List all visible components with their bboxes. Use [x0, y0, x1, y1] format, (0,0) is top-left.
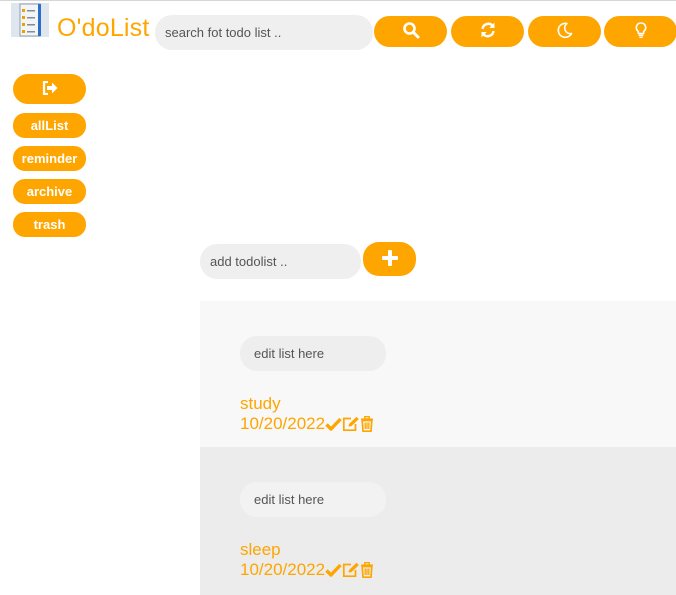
light-mode-button[interactable] [604, 16, 676, 47]
edit-todo-input[interactable] [240, 482, 386, 517]
lightbulb-icon [633, 21, 649, 42]
top-divider [0, 0, 676, 1]
sidebar-item-trash[interactable]: trash [13, 212, 86, 237]
add-todo-button[interactable] [363, 242, 416, 276]
sidebar-item-alllist[interactable]: allList [13, 113, 86, 138]
todo-meta: 10/20/2022 [240, 560, 374, 580]
todo-date: 10/20/2022 [240, 414, 326, 433]
app-title: O'doList [57, 14, 150, 42]
logout-button[interactable] [13, 74, 86, 104]
search-icon [402, 21, 420, 42]
trash-icon[interactable] [360, 415, 374, 433]
trash-icon[interactable] [360, 561, 374, 579]
search-input[interactable] [155, 15, 373, 50]
add-todo-input[interactable] [200, 244, 361, 279]
search-button[interactable] [374, 16, 447, 47]
check-icon[interactable] [325, 415, 342, 433]
edit-icon[interactable] [342, 415, 360, 433]
todo-date: 10/20/2022 [240, 560, 326, 579]
todo-item: sleep 10/20/2022 [200, 447, 676, 595]
check-icon[interactable] [325, 561, 342, 579]
dark-mode-button[interactable] [528, 16, 601, 47]
sign-out-icon [42, 80, 58, 98]
moon-icon [556, 21, 574, 42]
plus-icon [381, 249, 399, 270]
todo-title: sleep [240, 540, 281, 559]
todo-meta: 10/20/2022 [240, 414, 374, 434]
edit-todo-input[interactable] [240, 336, 386, 371]
todo-title: study [240, 394, 281, 413]
sidebar-item-reminder[interactable]: reminder [13, 146, 86, 171]
sidebar-item-archive[interactable]: archive [13, 179, 86, 204]
refresh-icon [479, 21, 497, 42]
app-logo [11, 3, 49, 37]
edit-icon[interactable] [342, 561, 360, 579]
refresh-button[interactable] [451, 16, 524, 47]
todo-item: study 10/20/2022 [200, 301, 676, 447]
